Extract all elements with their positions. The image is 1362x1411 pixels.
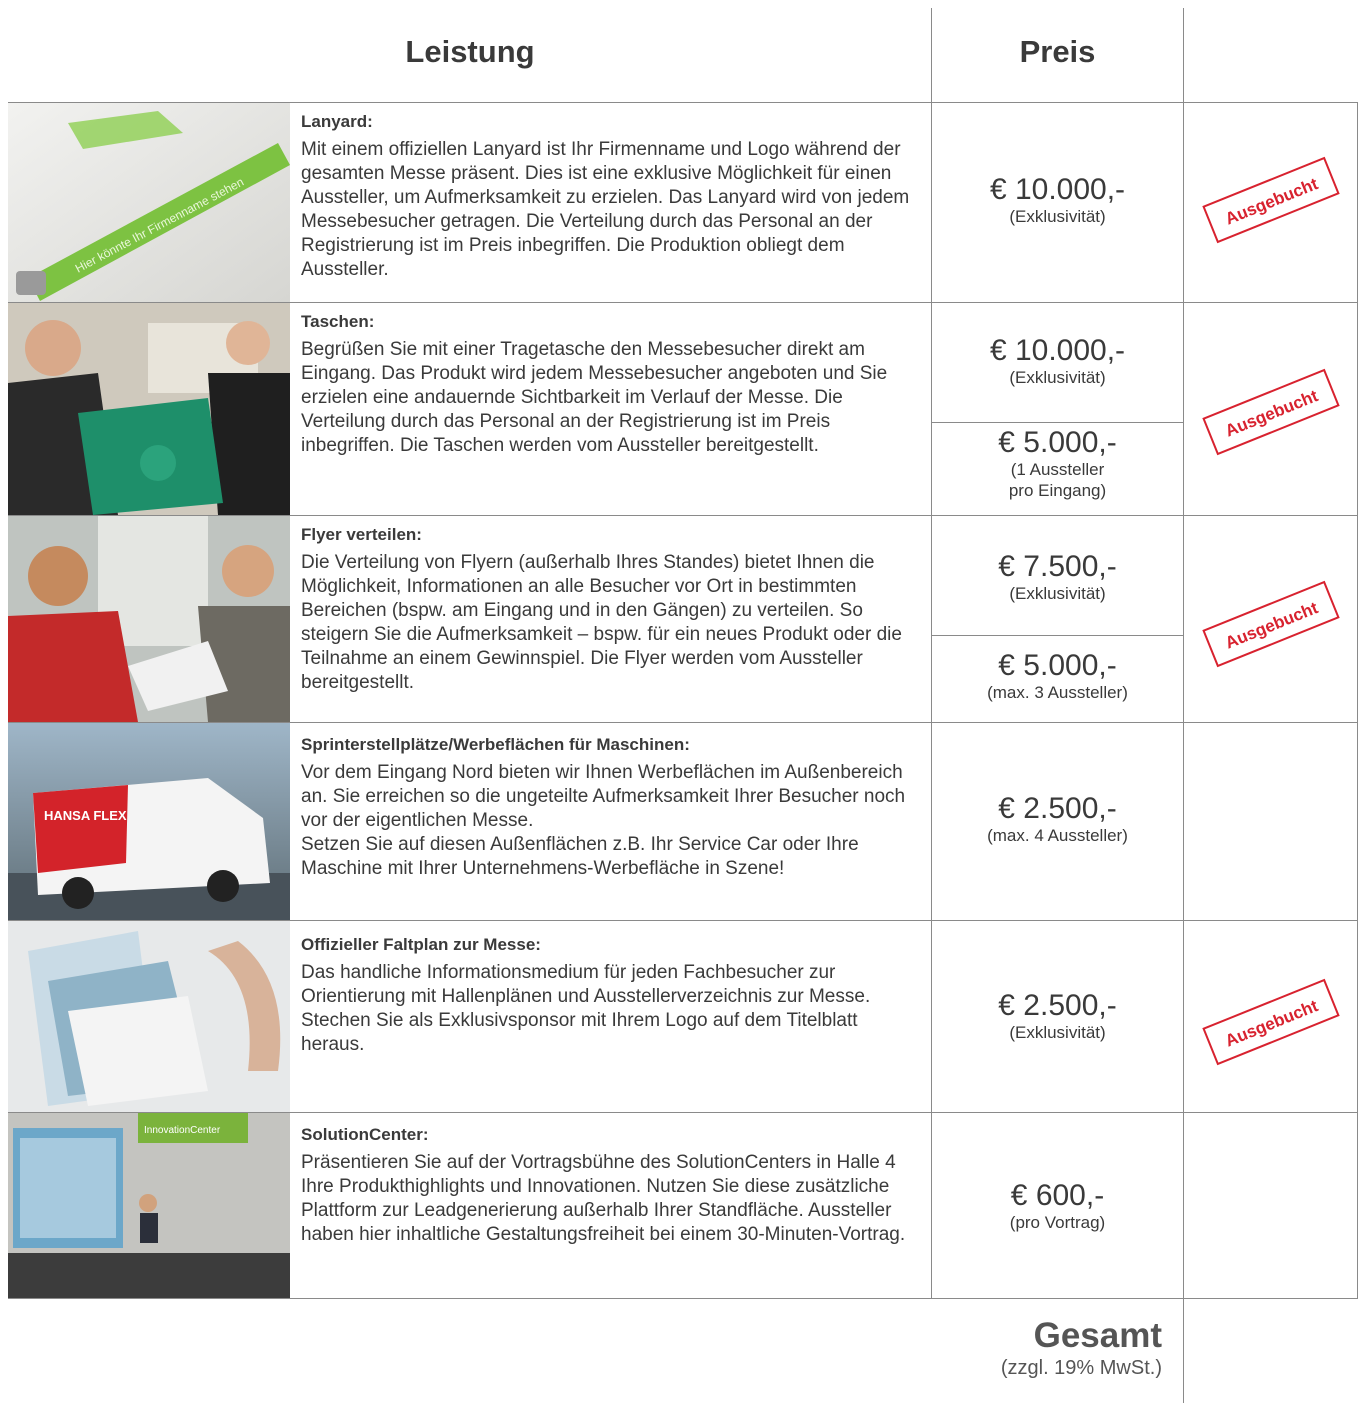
price-cell: € 10.000,- (Exklusivität) (932, 174, 1183, 227)
price-amount: € 10.000,- (989, 334, 1126, 367)
row-sprinter-description: Sprinterstellplätze/Werbeflächen für Mas… (301, 733, 926, 881)
price-cell: € 7.500,- (Exklusivität) (932, 551, 1183, 604)
header-preis: Preis (1019, 34, 1096, 69)
row-title: SolutionCenter: (301, 1125, 429, 1144)
price-note: (1 Aussteller pro Eingang) (1008, 460, 1107, 500)
row-divider (8, 1298, 1358, 1299)
innovationcenter-sign-text: InnovationCenter (144, 1125, 221, 1136)
row-title: Taschen: (301, 312, 375, 331)
price-cell: € 2.500,- (max. 4 Aussteller) (932, 793, 1183, 846)
price-note: (pro Vortrag) (1009, 1213, 1106, 1232)
row-text: Begrüßen Sie mit einer Tragetasche den M… (301, 339, 888, 456)
price-note: (max. 4 Aussteller) (987, 826, 1128, 845)
price-note: (max. 3 Aussteller) (987, 683, 1128, 702)
price-note: (Exklusivität) (1009, 584, 1106, 603)
sold-out-stamp: Ausgebucht (1202, 580, 1340, 668)
row-text: Die Verteilung von Flyern (außerhalb Ihr… (301, 552, 902, 693)
sold-out-stamp: Ausgebucht (1202, 978, 1340, 1066)
price-cell: € 10.000,- (Exklusivität) (932, 335, 1183, 388)
row-text: Mit einem offiziellen Lanyard ist Ihr Fi… (301, 139, 910, 280)
price-amount: € 600,- (1010, 1179, 1105, 1212)
sprinter-photo: HANSA FLEX (8, 723, 290, 920)
faltplan-photo (8, 921, 290, 1112)
row-divider (931, 635, 1184, 636)
price-cell: € 5.000,- (max. 3 Aussteller) (932, 650, 1183, 703)
row-divider (931, 422, 1184, 423)
row-solutioncenter-description: SolutionCenter: Präsentieren Sie auf der… (301, 1123, 926, 1247)
price-amount: € 2.500,- (998, 792, 1117, 825)
price-note: (Exklusivität) (1009, 1023, 1106, 1042)
row-title: Lanyard: (301, 112, 373, 131)
van-logo-text: HANSA FLEX (44, 808, 127, 823)
column-divider (1357, 102, 1358, 1298)
row-title: Offizieller Faltplan zur Messe: (301, 935, 541, 954)
price-cell: € 5.000,- (1 Aussteller pro Eingang) (932, 427, 1183, 501)
taschen-photo (8, 303, 290, 515)
flyer-photo (8, 516, 290, 722)
lanyard-photo: Hier könnte Ihr Firmenname stehen (8, 103, 290, 302)
price-note: (Exklusivität) (1009, 368, 1106, 387)
column-divider (1183, 8, 1184, 1403)
row-text: Präsentieren Sie auf der Vortragsbühne d… (301, 1152, 906, 1245)
row-lanyard-description: Lanyard: Mit einem offiziellen Lanyard i… (301, 110, 926, 282)
header-leistung: Leistung (405, 34, 535, 69)
price-cell: € 600,- (pro Vortrag) (932, 1180, 1183, 1233)
row-text: Vor dem Eingang Nord bieten wir Ihnen We… (301, 762, 906, 879)
price-cell: € 2.500,- (Exklusivität) (932, 990, 1183, 1043)
row-flyer-description: Flyer verteilen: Die Verteilung von Flye… (301, 523, 926, 695)
row-taschen-description: Taschen: Begrüßen Sie mit einer Tragetas… (301, 310, 926, 458)
sold-out-stamp: Ausgebucht (1202, 368, 1340, 456)
price-note: (Exklusivität) (1009, 207, 1106, 226)
price-amount: € 10.000,- (989, 173, 1126, 206)
price-amount: € 2.500,- (998, 989, 1117, 1022)
sold-out-stamp: Ausgebucht (1202, 156, 1340, 244)
total-title: Gesamt (1033, 1316, 1162, 1355)
vat-note: (zzgl. 19% MwSt.) (1000, 1357, 1162, 1379)
row-title: Sprinterstellplätze/Werbeflächen für Mas… (301, 735, 690, 754)
row-faltplan-description: Offizieller Faltplan zur Messe: Das hand… (301, 933, 926, 1057)
price-amount: € 5.000,- (998, 649, 1117, 682)
row-text: Das handliche Informationsmedium für jed… (301, 962, 871, 1055)
solutioncenter-photo: InnovationCenter (8, 1113, 290, 1298)
price-amount: € 5.000,- (998, 426, 1117, 459)
total-label: Gesamt (zzgl. 19% MwSt.) (900, 1316, 1162, 1380)
row-title: Flyer verteilen: (301, 525, 422, 544)
price-amount: € 7.500,- (998, 550, 1117, 583)
